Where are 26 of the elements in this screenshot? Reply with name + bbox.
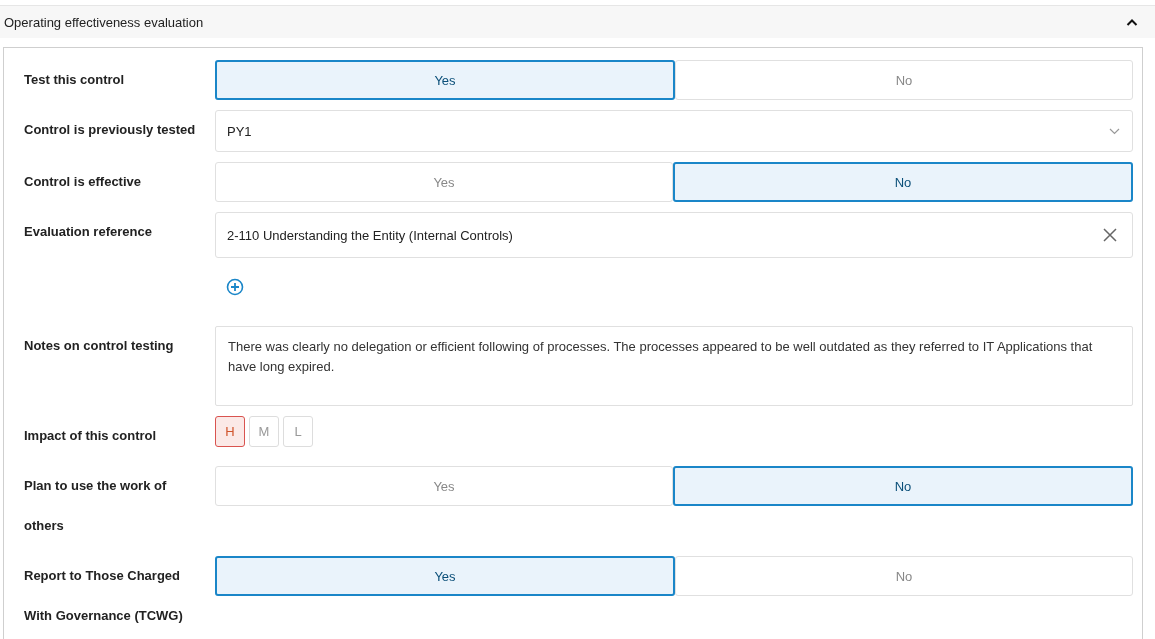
section-header[interactable]: Operating effectiveness evaluation	[0, 5, 1155, 38]
toggle-option[interactable]: No	[673, 466, 1133, 506]
toggle-option[interactable]: No	[675, 60, 1133, 100]
toggle-option[interactable]: Yes	[215, 466, 673, 506]
field-label: Test this control	[24, 71, 126, 89]
impact-option[interactable]: H	[215, 416, 245, 447]
toggle-option[interactable]: Yes	[215, 162, 673, 202]
field-label: Report to Those Charged With Governance (TCWG)	[24, 567, 184, 625]
toggle-option[interactable]: Yes	[215, 60, 675, 100]
toggle-option[interactable]: Yes	[215, 556, 675, 596]
field-label: Control is previously tested	[24, 121, 196, 139]
field-label: Evaluation reference	[24, 223, 153, 241]
toggle-option[interactable]: No	[675, 556, 1133, 596]
field-label: Notes on control testing	[24, 337, 175, 355]
toggle-option[interactable]: No	[673, 162, 1133, 202]
chevron-down-icon	[1109, 127, 1120, 135]
chevron-icon[interactable]	[1126, 18, 1138, 26]
reference-field[interactable]: 2-110 Understanding the Entity (Internal Controls)	[215, 212, 1133, 258]
field-label: Impact of this control	[24, 427, 158, 445]
notes-textarea[interactable]: There was clearly no delegation or efficient following of processes. The processes appeared to be well outdated as they referred to IT Applications that have long expired.	[215, 326, 1133, 406]
field-label: Plan to use the work of others	[24, 477, 168, 535]
close-icon[interactable]	[1103, 228, 1117, 242]
field-label: Control is effective	[24, 173, 143, 191]
section-title: Operating effectiveness evaluation	[4, 14, 204, 30]
dropdown-field[interactable]: PY1	[215, 110, 1133, 152]
add-icon[interactable]	[226, 278, 244, 296]
